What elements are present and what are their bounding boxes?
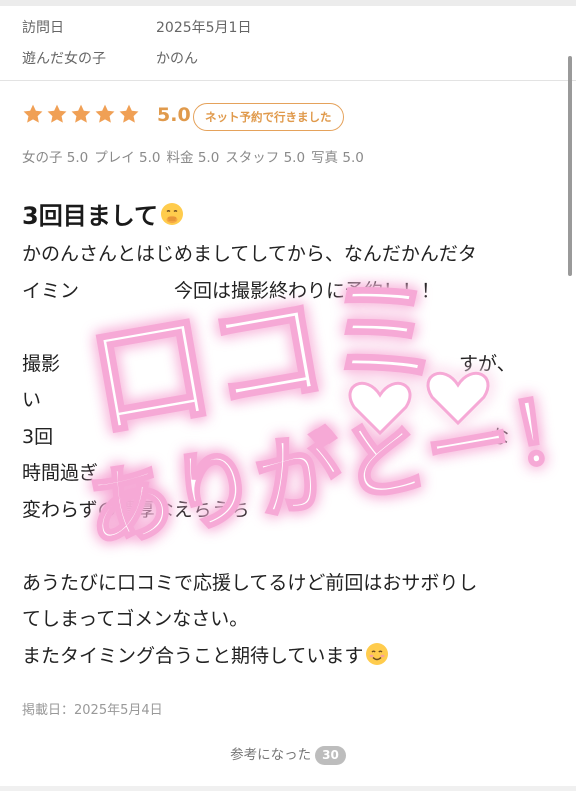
review-line: 変わらずの濃厚なえちえち	[22, 492, 552, 529]
sub-score: 写真 5.0	[311, 150, 364, 166]
star-icon	[119, 104, 139, 123]
review-line: またタイミング合うこと期待しています	[22, 638, 552, 675]
review-line: あうたびに口コミで応援してるけど前回はおサボりし	[22, 565, 552, 602]
review-line	[22, 309, 552, 346]
visit-date-row: 訪問日 2025年5月1日	[22, 17, 251, 37]
review-line: い	[22, 382, 552, 419]
sub-score: スタッフ 5.0	[225, 150, 306, 166]
review-line-text: てしまってゴメンなさい。	[22, 608, 249, 630]
review-line: 撮影 すが、	[22, 346, 552, 383]
girl-row: 遊んだ女の子 かのん	[22, 48, 198, 68]
sub-score: 女の子 5.0	[22, 150, 89, 166]
review-line: かのんさんとはじめましてしてから、なんだかんだタ	[22, 236, 552, 273]
review-line-text: 3回 な	[22, 425, 510, 448]
star-icon	[71, 104, 91, 123]
star-rating	[22, 103, 140, 125]
review-line-text: かのんさんとはじめましてしてから、なんだかんだタ	[22, 243, 477, 265]
review-body: かのんさんとはじめましてしてから、なんだかんだタ イミン 今回は撮影終わりに予約！…	[22, 236, 552, 674]
review-line	[22, 528, 552, 565]
girl-label: 遊んだ女の子	[22, 51, 106, 67]
visit-date-label: 訪問日	[22, 20, 64, 36]
girl-value[interactable]: かのん	[156, 51, 198, 67]
review-line-text: あうたびに口コミで応援してるけど前回はおサボりし	[22, 571, 478, 594]
posted-date: 掲載日：2025年5月4日	[22, 703, 163, 718]
review-line: てしまってゴメンなさい。	[22, 601, 552, 638]
section-divider	[0, 80, 576, 81]
top-divider	[0, 0, 576, 6]
helpful-count: 30	[315, 745, 346, 765]
review-line-text: 変わらずの濃厚なえちえち	[22, 498, 250, 521]
review-line-text: 撮影 すが、	[22, 352, 516, 375]
reservation-badge: ネット予約で行きました	[193, 103, 344, 131]
overall-score: 5.0	[157, 104, 191, 126]
review-line-text: い	[22, 389, 42, 411]
visit-date-value: 2025年5月1日	[156, 20, 252, 36]
bottom-divider	[0, 786, 576, 791]
star-icon	[23, 104, 43, 123]
review-line-text: またタイミング合うこと期待しています	[22, 644, 364, 667]
review-title: 3回目まして	[22, 196, 184, 231]
star-icon	[47, 104, 67, 123]
review-line-text: イミン 今回は撮影終わりに予約！！！	[22, 279, 441, 302]
smiling-face-emoji	[366, 643, 389, 665]
sub-score: 料金 5.0	[166, 150, 220, 166]
review-line: イミン 今回は撮影終わりに予約！！！	[22, 273, 552, 310]
review-line-text: 時間過ぎ	[22, 462, 99, 484]
sub-scores: 女の子 5.0 プレイ 5.0 料金 5.0 スタッフ 5.0 写真 5.0	[22, 146, 364, 166]
review-title-text: 3回目まして	[22, 202, 158, 230]
sub-score: プレイ 5.0	[94, 150, 161, 166]
helpful-label: 参考になった	[230, 747, 312, 763]
review-line: 3回 な	[22, 419, 552, 456]
scrollbar[interactable]	[568, 56, 572, 276]
star-icon	[95, 104, 115, 123]
helpful-button[interactable]: 参考になった 30	[0, 743, 576, 765]
hand-over-mouth-emoji	[160, 202, 183, 225]
review-line: 時間過ぎ	[22, 455, 552, 492]
